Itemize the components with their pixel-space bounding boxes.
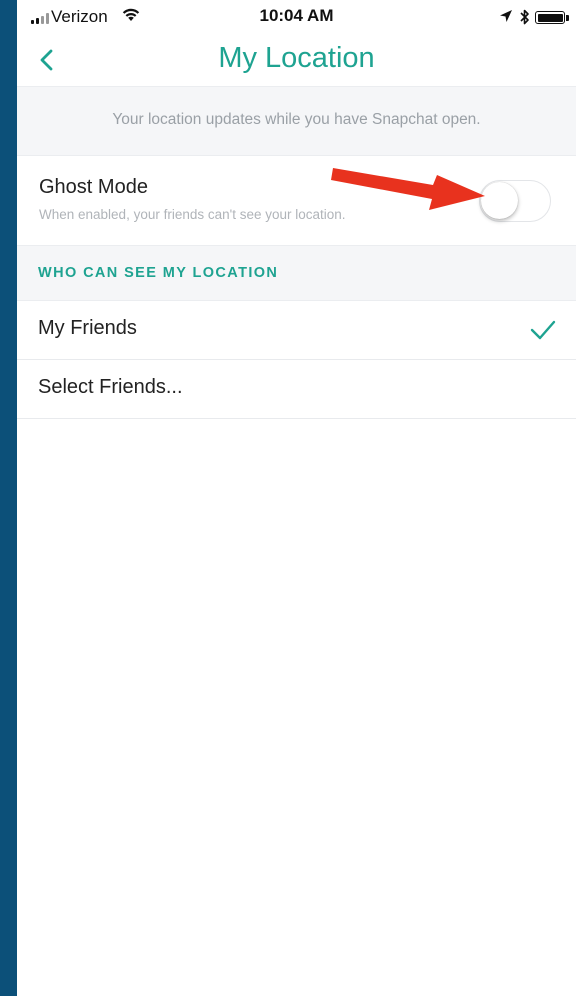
page-title: My Location bbox=[218, 42, 375, 74]
status-bar: Verizon 10:04 AM bbox=[17, 0, 576, 34]
ghost-mode-title: Ghost Mode bbox=[39, 176, 148, 198]
option-select-friends[interactable]: Select Friends... bbox=[17, 360, 576, 419]
battery-icon bbox=[535, 11, 565, 24]
red-annotation-arrow-icon bbox=[331, 168, 485, 210]
left-background-strip bbox=[0, 0, 17, 996]
option-label: Select Friends... bbox=[38, 376, 183, 398]
checkmark-icon bbox=[530, 320, 556, 340]
battery-tip bbox=[566, 15, 569, 21]
section-title: WHO CAN SEE MY LOCATION bbox=[38, 265, 279, 281]
navigation-bar: My Location bbox=[17, 34, 576, 86]
ghost-mode-description: When enabled, your friends can't see you… bbox=[39, 207, 346, 222]
info-banner: Your location updates while you have Sna… bbox=[17, 86, 576, 156]
option-my-friends[interactable]: My Friends bbox=[17, 301, 576, 360]
location-arrow-icon bbox=[500, 10, 512, 22]
bluetooth-icon bbox=[520, 9, 529, 25]
section-header: WHO CAN SEE MY LOCATION bbox=[17, 245, 576, 301]
option-label: My Friends bbox=[38, 317, 137, 339]
status-time: 10:04 AM bbox=[259, 6, 334, 25]
info-banner-text: Your location updates while you have Sna… bbox=[112, 111, 481, 128]
ghost-mode-row: Ghost Mode When enabled, your friends ca… bbox=[17, 156, 576, 245]
phone-screen: Verizon 10:04 AM My Location Your locati… bbox=[17, 0, 576, 996]
